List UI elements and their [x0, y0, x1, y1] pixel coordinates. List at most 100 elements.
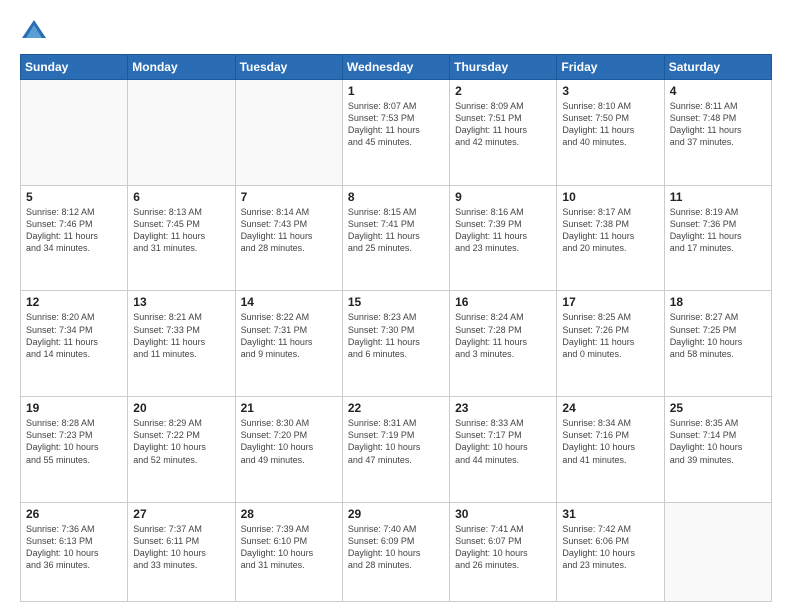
day-info: Sunrise: 8:29 AM Sunset: 7:22 PM Dayligh… — [133, 417, 229, 466]
day-number: 7 — [241, 190, 337, 204]
calendar-cell: 27 Sunrise: 7:37 AM Sunset: 6:11 PM Dayli… — [128, 502, 235, 601]
day-number: 29 — [348, 507, 444, 521]
calendar-table: SundayMondayTuesdayWednesdayThursdayFrid… — [20, 54, 772, 602]
day-number: 16 — [455, 295, 551, 309]
day-number: 27 — [133, 507, 229, 521]
col-header-sunday: Sunday — [21, 55, 128, 80]
day-number: 21 — [241, 401, 337, 415]
calendar-cell: 3 Sunrise: 8:10 AM Sunset: 7:50 PM Daylig… — [557, 80, 664, 186]
day-info: Sunrise: 8:22 AM Sunset: 7:31 PM Dayligh… — [241, 311, 337, 360]
day-number: 1 — [348, 84, 444, 98]
col-header-friday: Friday — [557, 55, 664, 80]
calendar-cell: 12 Sunrise: 8:20 AM Sunset: 7:34 PM Dayli… — [21, 291, 128, 397]
day-info: Sunrise: 8:10 AM Sunset: 7:50 PM Dayligh… — [562, 100, 658, 149]
day-number: 13 — [133, 295, 229, 309]
day-number: 17 — [562, 295, 658, 309]
calendar-cell: 18 Sunrise: 8:27 AM Sunset: 7:25 PM Dayli… — [664, 291, 771, 397]
day-info: Sunrise: 8:14 AM Sunset: 7:43 PM Dayligh… — [241, 206, 337, 255]
day-info: Sunrise: 8:09 AM Sunset: 7:51 PM Dayligh… — [455, 100, 551, 149]
day-info: Sunrise: 8:11 AM Sunset: 7:48 PM Dayligh… — [670, 100, 766, 149]
calendar-week-row: 5 Sunrise: 8:12 AM Sunset: 7:46 PM Daylig… — [21, 185, 772, 291]
day-info: Sunrise: 8:34 AM Sunset: 7:16 PM Dayligh… — [562, 417, 658, 466]
day-info: Sunrise: 8:21 AM Sunset: 7:33 PM Dayligh… — [133, 311, 229, 360]
day-number: 5 — [26, 190, 122, 204]
calendar-week-row: 19 Sunrise: 8:28 AM Sunset: 7:23 PM Dayli… — [21, 397, 772, 503]
day-number: 31 — [562, 507, 658, 521]
calendar-cell: 14 Sunrise: 8:22 AM Sunset: 7:31 PM Dayli… — [235, 291, 342, 397]
header — [20, 16, 772, 44]
calendar-cell: 30 Sunrise: 7:41 AM Sunset: 6:07 PM Dayli… — [450, 502, 557, 601]
day-number: 23 — [455, 401, 551, 415]
calendar-cell: 7 Sunrise: 8:14 AM Sunset: 7:43 PM Daylig… — [235, 185, 342, 291]
day-number: 14 — [241, 295, 337, 309]
day-info: Sunrise: 8:30 AM Sunset: 7:20 PM Dayligh… — [241, 417, 337, 466]
day-info: Sunrise: 7:36 AM Sunset: 6:13 PM Dayligh… — [26, 523, 122, 572]
day-info: Sunrise: 8:27 AM Sunset: 7:25 PM Dayligh… — [670, 311, 766, 360]
day-info: Sunrise: 8:24 AM Sunset: 7:28 PM Dayligh… — [455, 311, 551, 360]
day-number: 4 — [670, 84, 766, 98]
day-number: 10 — [562, 190, 658, 204]
day-number: 18 — [670, 295, 766, 309]
day-info: Sunrise: 8:20 AM Sunset: 7:34 PM Dayligh… — [26, 311, 122, 360]
day-info: Sunrise: 8:23 AM Sunset: 7:30 PM Dayligh… — [348, 311, 444, 360]
day-info: Sunrise: 7:37 AM Sunset: 6:11 PM Dayligh… — [133, 523, 229, 572]
calendar-cell: 15Sunrise: 8:23 AM Sunset: 7:30 PM Dayli… — [342, 291, 449, 397]
day-number: 8 — [348, 190, 444, 204]
calendar-cell: 28 Sunrise: 7:39 AM Sunset: 6:10 PM Dayli… — [235, 502, 342, 601]
calendar-cell: 22Sunrise: 8:31 AM Sunset: 7:19 PM Dayli… — [342, 397, 449, 503]
calendar-cell: 8 Sunrise: 8:15 AM Sunset: 7:41 PM Daylig… — [342, 185, 449, 291]
calendar-cell: 20Sunrise: 8:29 AM Sunset: 7:22 PM Dayli… — [128, 397, 235, 503]
day-number: 25 — [670, 401, 766, 415]
day-info: Sunrise: 8:15 AM Sunset: 7:41 PM Dayligh… — [348, 206, 444, 255]
day-info: Sunrise: 7:41 AM Sunset: 6:07 PM Dayligh… — [455, 523, 551, 572]
day-number: 30 — [455, 507, 551, 521]
day-info: Sunrise: 8:17 AM Sunset: 7:38 PM Dayligh… — [562, 206, 658, 255]
day-number: 2 — [455, 84, 551, 98]
calendar-cell: 25 Sunrise: 8:35 AM Sunset: 7:14 PM Dayli… — [664, 397, 771, 503]
calendar-week-row: 12 Sunrise: 8:20 AM Sunset: 7:34 PM Dayli… — [21, 291, 772, 397]
calendar-cell: 4 Sunrise: 8:11 AM Sunset: 7:48 PM Daylig… — [664, 80, 771, 186]
calendar-cell: 19 Sunrise: 8:28 AM Sunset: 7:23 PM Dayli… — [21, 397, 128, 503]
day-info: Sunrise: 7:39 AM Sunset: 6:10 PM Dayligh… — [241, 523, 337, 572]
day-number: 3 — [562, 84, 658, 98]
calendar-cell: 29 Sunrise: 7:40 AM Sunset: 6:09 PM Dayli… — [342, 502, 449, 601]
day-info: Sunrise: 8:16 AM Sunset: 7:39 PM Dayligh… — [455, 206, 551, 255]
calendar-cell: 10 Sunrise: 8:17 AM Sunset: 7:38 PM Dayli… — [557, 185, 664, 291]
calendar-week-row: 1 Sunrise: 8:07 AM Sunset: 7:53 PM Daylig… — [21, 80, 772, 186]
calendar-header-row: SundayMondayTuesdayWednesdayThursdayFrid… — [21, 55, 772, 80]
calendar-cell: 26Sunrise: 7:36 AM Sunset: 6:13 PM Dayli… — [21, 502, 128, 601]
calendar-cell: 21 Sunrise: 8:30 AM Sunset: 7:20 PM Dayli… — [235, 397, 342, 503]
day-info: Sunrise: 8:28 AM Sunset: 7:23 PM Dayligh… — [26, 417, 122, 466]
day-info: Sunrise: 7:40 AM Sunset: 6:09 PM Dayligh… — [348, 523, 444, 572]
day-number: 19 — [26, 401, 122, 415]
col-header-tuesday: Tuesday — [235, 55, 342, 80]
calendar-cell: 6 Sunrise: 8:13 AM Sunset: 7:45 PM Daylig… — [128, 185, 235, 291]
calendar-week-row: 26Sunrise: 7:36 AM Sunset: 6:13 PM Dayli… — [21, 502, 772, 601]
day-number: 28 — [241, 507, 337, 521]
day-info: Sunrise: 8:19 AM Sunset: 7:36 PM Dayligh… — [670, 206, 766, 255]
day-info: Sunrise: 8:07 AM Sunset: 7:53 PM Dayligh… — [348, 100, 444, 149]
day-info: Sunrise: 8:35 AM Sunset: 7:14 PM Dayligh… — [670, 417, 766, 466]
col-header-thursday: Thursday — [450, 55, 557, 80]
calendar-cell: 24 Sunrise: 8:34 AM Sunset: 7:16 PM Dayli… — [557, 397, 664, 503]
calendar-cell: 31Sunrise: 7:42 AM Sunset: 6:06 PM Dayli… — [557, 502, 664, 601]
day-info: Sunrise: 8:25 AM Sunset: 7:26 PM Dayligh… — [562, 311, 658, 360]
calendar-cell: 5 Sunrise: 8:12 AM Sunset: 7:46 PM Daylig… — [21, 185, 128, 291]
day-info: Sunrise: 8:33 AM Sunset: 7:17 PM Dayligh… — [455, 417, 551, 466]
calendar-cell: 9Sunrise: 8:16 AM Sunset: 7:39 PM Daylig… — [450, 185, 557, 291]
calendar-cell: 23 Sunrise: 8:33 AM Sunset: 7:17 PM Dayli… — [450, 397, 557, 503]
col-header-monday: Monday — [128, 55, 235, 80]
day-number: 6 — [133, 190, 229, 204]
calendar-cell: 16 Sunrise: 8:24 AM Sunset: 7:28 PM Dayli… — [450, 291, 557, 397]
calendar-cell: 17 Sunrise: 8:25 AM Sunset: 7:26 PM Dayli… — [557, 291, 664, 397]
calendar-cell: 13 Sunrise: 8:21 AM Sunset: 7:33 PM Dayli… — [128, 291, 235, 397]
page: SundayMondayTuesdayWednesdayThursdayFrid… — [0, 0, 792, 612]
day-number: 11 — [670, 190, 766, 204]
calendar-cell: 11 Sunrise: 8:19 AM Sunset: 7:36 PM Dayli… — [664, 185, 771, 291]
calendar-cell — [235, 80, 342, 186]
day-number: 24 — [562, 401, 658, 415]
day-number: 22 — [348, 401, 444, 415]
day-info: Sunrise: 8:12 AM Sunset: 7:46 PM Dayligh… — [26, 206, 122, 255]
day-number: 12 — [26, 295, 122, 309]
day-info: Sunrise: 8:13 AM Sunset: 7:45 PM Dayligh… — [133, 206, 229, 255]
